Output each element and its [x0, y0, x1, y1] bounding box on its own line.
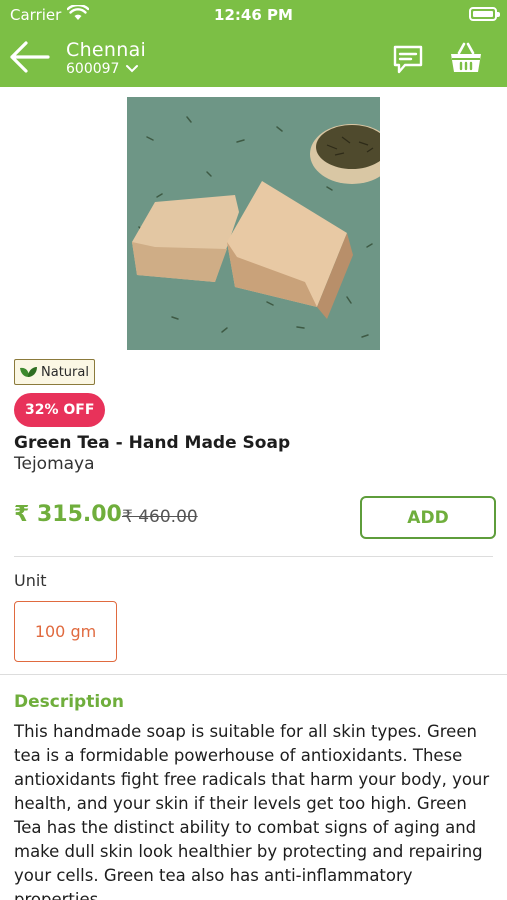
chevron-down-icon	[126, 65, 139, 73]
clock: 12:46 PM	[214, 6, 293, 24]
product-title: Green Tea - Hand Made Soap	[14, 433, 291, 453]
chat-icon[interactable]	[391, 43, 425, 77]
basket-icon[interactable]	[448, 40, 484, 76]
leaf-icon	[20, 367, 37, 377]
natural-badge-label: Natural	[41, 364, 89, 380]
selling-price: ₹ 315.00	[14, 502, 122, 527]
brand-name: Tejomaya	[14, 454, 95, 474]
city-name: Chennai	[66, 39, 147, 61]
battery-icon	[469, 7, 500, 21]
back-arrow-icon[interactable]	[8, 40, 50, 74]
unit-option-selected[interactable]: 100 gm	[14, 601, 117, 662]
discount-badge: 32% OFF	[14, 393, 106, 427]
soap-photo	[127, 97, 380, 350]
add-to-cart-button[interactable]: ADD	[360, 496, 496, 539]
original-price: ₹ 460.00	[122, 507, 198, 527]
unit-label: Unit	[14, 571, 47, 590]
product-image[interactable]	[127, 97, 380, 350]
description-text: This handmade soap is suitable for all s…	[14, 722, 490, 900]
divider	[0, 674, 507, 675]
natural-badge: Natural	[14, 359, 95, 385]
app-header: Carrier 12:46 PM Chennai 600097	[0, 0, 507, 87]
description-heading: Description	[14, 692, 124, 712]
status-bar: Carrier 12:46 PM	[0, 0, 507, 30]
location-selector[interactable]: Chennai 600097	[66, 40, 146, 77]
pincode: 600097	[66, 61, 120, 77]
divider	[14, 556, 493, 557]
